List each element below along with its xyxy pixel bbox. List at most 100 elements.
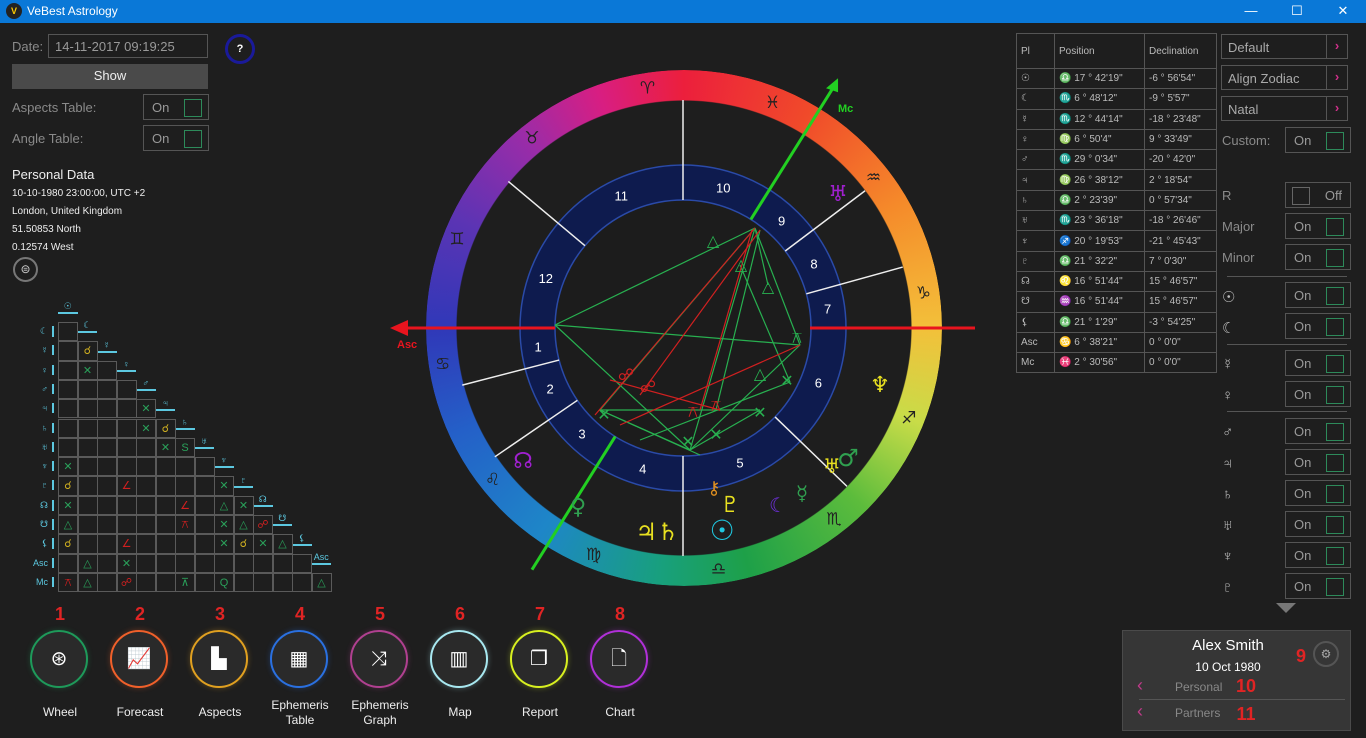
position-cell: ♎ 2 ° 23'39": [1054, 189, 1145, 212]
wheel-button[interactable]: ⊛: [30, 630, 88, 688]
table-row: ♃ ♍ 26 ° 38'12" 2 ° 18'54": [1016, 169, 1217, 191]
house-number: 2: [546, 381, 553, 396]
toggle-planet[interactable]: On: [1285, 573, 1351, 599]
toggle-planet[interactable]: On: [1285, 313, 1351, 339]
planet-cell: ♇: [1016, 250, 1055, 272]
zodiac-sign-glyph: ♐: [901, 408, 916, 428]
chevron-right-icon[interactable]: ›: [1326, 97, 1347, 120]
planet-glyph[interactable]: ♀: [570, 495, 586, 520]
aspect-marker-icon: △: [762, 279, 775, 296]
partners-chevron-icon[interactable]: ‹: [1137, 701, 1143, 722]
ephemeris-table-button[interactable]: ▦: [270, 630, 328, 688]
profile-settings-button[interactable]: ⚙: [1313, 641, 1339, 667]
custom-toggle[interactable]: On: [1285, 127, 1351, 153]
table-row: Asc ♋ 6 ° 38'21" 0 ° 0'0": [1016, 331, 1217, 354]
toggle-label: Minor: [1222, 250, 1255, 265]
callout-10: 10: [1235, 676, 1257, 696]
divider: [1227, 411, 1347, 412]
nav-label: Wheel: [42, 705, 77, 719]
table-row: ☉ ♎ 17 ° 42'19" -6 ° 56'54": [1016, 67, 1217, 90]
wheel-icon: ⊛: [50, 648, 68, 670]
report-button[interactable]: ❐: [510, 630, 568, 688]
planet-glyph[interactable]: ☊: [513, 449, 533, 474]
aspects-button[interactable]: ▙: [190, 630, 248, 688]
forecast-button[interactable]: 📈: [110, 630, 168, 688]
callout-8: 8: [614, 604, 625, 624]
declination-cell: 0 ° 0'0": [1144, 352, 1217, 374]
personal-chevron-icon[interactable]: ‹: [1137, 675, 1143, 696]
aspect-marker-icon: △: [735, 257, 748, 274]
scroll-down-icon[interactable]: [1276, 603, 1296, 613]
house-number: 12: [539, 271, 553, 286]
copy-icon: ❐: [530, 648, 548, 670]
aspect-marker-icon: ✕: [681, 434, 694, 451]
toggle-planet[interactable]: On: [1285, 381, 1351, 407]
zodiac-sign-glyph: ♓: [765, 93, 780, 113]
planet-glyph[interactable]: ☉: [709, 514, 734, 547]
mc-line: [749, 85, 836, 221]
declination-cell: 0 ° 0'0": [1144, 331, 1217, 354]
toggle-label: Major: [1222, 219, 1255, 234]
planet-glyph[interactable]: ☿: [796, 481, 808, 505]
toggle-planet[interactable]: On: [1285, 480, 1351, 506]
house-number: 1: [535, 339, 542, 354]
table-header: Pl Position Declination: [1016, 33, 1217, 69]
ephemeris-graph-button[interactable]: ⤨: [350, 630, 408, 688]
toggle-major[interactable]: On: [1285, 213, 1351, 239]
declination-cell: 0 ° 57'34": [1144, 189, 1217, 212]
toggle-planet[interactable]: On: [1285, 542, 1351, 568]
declination-cell: 2 ° 18'54": [1144, 169, 1217, 191]
declination-cell: -9 ° 5'57": [1144, 88, 1217, 110]
chevron-right-icon[interactable]: ›: [1326, 35, 1347, 58]
planet-glyph[interactable]: ♃♄: [635, 518, 678, 546]
selector-align-zodiac[interactable]: Align Zodiac ›: [1221, 65, 1348, 90]
selector-default[interactable]: Default ›: [1221, 34, 1348, 59]
house-number: 4: [639, 461, 646, 476]
aspect-marker-icon: ⚻: [792, 330, 803, 347]
toggle-planet[interactable]: On: [1285, 350, 1351, 376]
callout-1: 1: [54, 604, 65, 624]
toggle-planet[interactable]: On: [1285, 511, 1351, 537]
position-cell: ♏ 23 ° 36'18": [1054, 210, 1145, 232]
table-row: ♀ ♍ 6 ° 50'4" 9 ° 33'49": [1016, 128, 1217, 151]
toggle-planet[interactable]: On: [1285, 418, 1351, 444]
planet-glyph[interactable]: ♅: [823, 454, 841, 478]
planet-glyph[interactable]: ♅: [828, 182, 848, 207]
table-row: ♆ ♐ 20 ° 19'53" -21 ° 45'43": [1016, 230, 1217, 252]
selector-value: Default: [1228, 40, 1270, 55]
callout-9: 9: [1295, 646, 1306, 666]
position-cell: ♎ 17 ° 42'19": [1054, 67, 1145, 90]
toggle-planet[interactable]: On: [1285, 449, 1351, 475]
toggle-label: R: [1222, 188, 1232, 203]
toggle-planet[interactable]: On: [1285, 282, 1351, 308]
table-row: Mc ♓ 2 ° 30'56" 0 ° 0'0": [1016, 352, 1217, 374]
toggle-label: ☿: [1222, 356, 1234, 373]
partners-link[interactable]: Partners: [1175, 706, 1220, 720]
aspect-marker-icon: ✕: [709, 427, 722, 444]
callout-11: 11: [1236, 704, 1256, 724]
toggle-label: ♆: [1222, 548, 1234, 565]
toggle-r[interactable]: Off: [1285, 182, 1351, 208]
house-number: 5: [736, 455, 743, 470]
declination-cell: -21 ° 45'43": [1144, 230, 1217, 252]
table-row: ☋ ♒ 16 ° 51'44" 15 ° 46'57": [1016, 291, 1217, 313]
nav-label: Aspects: [198, 705, 242, 719]
planet-glyph[interactable]: ☾: [769, 493, 787, 517]
planet-cell: ♅: [1016, 210, 1055, 232]
selector-natal[interactable]: Natal ›: [1221, 96, 1348, 121]
personal-link[interactable]: Personal: [1175, 680, 1222, 694]
selector-value: Natal: [1228, 102, 1259, 117]
planet-glyph[interactable]: ♆: [870, 373, 890, 398]
shuffle-chart-icon: ⤨: [371, 648, 387, 670]
chevron-right-icon[interactable]: ›: [1326, 66, 1347, 89]
document-icon: 🗋: [610, 648, 628, 670]
position-cell: ♎ 21 ° 32'2": [1054, 250, 1145, 272]
position-cell: ♏ 12 ° 44'14": [1054, 108, 1145, 130]
planet-cell: ♂: [1016, 149, 1055, 171]
toggle-minor[interactable]: On: [1285, 244, 1351, 270]
table-row: ♄ ♎ 2 ° 23'39" 0 ° 57'34": [1016, 189, 1217, 212]
planet-positions-table: Pl Position Declination ☉ ♎ 17 ° 42'19" -6 ° …: [1016, 33, 1217, 374]
chart-button[interactable]: 🗋: [590, 630, 648, 688]
planet-glyph[interactable]: ⚷: [707, 478, 720, 499]
map-button[interactable]: ▥: [430, 630, 488, 688]
